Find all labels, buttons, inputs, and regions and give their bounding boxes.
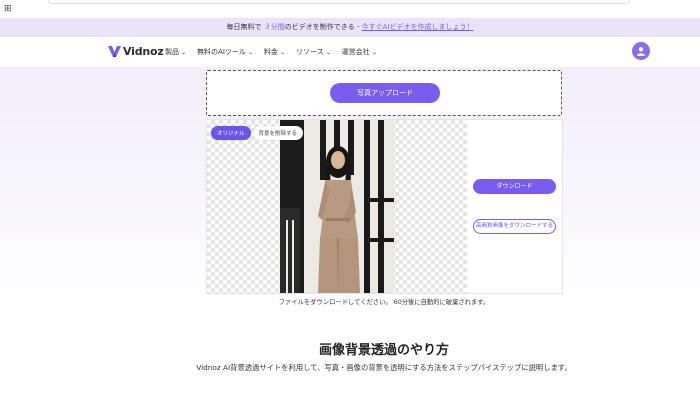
grid-icon[interactable]: ⊞ [4, 4, 12, 14]
address-bar[interactable] [48, 0, 630, 4]
user-avatar[interactable] [632, 42, 650, 60]
section-subtitle: Vidnoz AI背景透過サイトを利用して、写真・画像の背景を透明にする方法をス… [196, 363, 572, 372]
menu-item-products[interactable]: 製品 ⌄ [165, 47, 187, 57]
promo-banner: 毎日無料で ３分間のビデオを制作できる - 今すぐAIビデオを作成しましょう！ [0, 18, 700, 37]
browser-bar: ⊞ [0, 0, 700, 19]
chevron-down-icon: ⌄ [247, 48, 254, 56]
promo-link[interactable]: 今すぐAIビデオを作成しましょう！ [362, 23, 474, 31]
menu-label: 運営会社 [341, 48, 370, 56]
image-editor: オリジナル 背景を削除する ダウンロード 高画質画像をダウンロードする [206, 119, 563, 294]
tab-original[interactable]: オリジナル [211, 126, 251, 140]
logo-icon [108, 46, 121, 57]
hq-download-button[interactable]: 高画質画像をダウンロードする [473, 219, 556, 234]
vidnoz-logo[interactable]: Vidnoz [108, 45, 164, 58]
chevron-down-icon: ⌄ [180, 48, 187, 56]
promo-minutes: ３分間 [263, 23, 285, 31]
menu-label: 製品 [165, 48, 179, 56]
upload-dropzone[interactable]: 写真アップロード [206, 70, 562, 116]
uploaded-photo [280, 120, 394, 293]
top-nav: Vidnoz 製品 ⌄ 無料のAIツール ⌄ 料金 ⌄ リソース ⌄ 運営会社 ⌄ [0, 37, 700, 67]
section-title: 画像背景透過のやり方 [318, 343, 449, 358]
tab-remove-background[interactable]: 背景を削除する [252, 126, 304, 140]
chevron-down-icon: ⌄ [370, 48, 378, 56]
promo-middle: のビデオを制作できる [284, 23, 357, 31]
main-menu: 製品 ⌄ 無料のAIツール ⌄ 料金 ⌄ リソース ⌄ 運営会社 ⌄ [165, 47, 377, 57]
view-tabs: オリジナル 背景を削除する [211, 126, 304, 140]
menu-item-free-ai-tools[interactable]: 無料のAIツール ⌄ [197, 47, 254, 57]
user-icon [637, 47, 645, 56]
menu-item-pricing[interactable]: 料金 ⌄ [263, 47, 286, 57]
chevron-down-icon: ⌄ [279, 48, 286, 56]
menu-item-company[interactable]: 運営会社 ⌄ [341, 47, 378, 57]
menu-label: 料金 [263, 48, 278, 56]
upload-photo-button[interactable]: 写真アップロード [330, 83, 440, 103]
download-button[interactable]: ダウンロード [473, 179, 556, 194]
menu-label: リソース [295, 48, 324, 56]
logo-text: Vidnoz [123, 45, 164, 58]
chevron-down-icon: ⌄ [324, 48, 332, 56]
menu-label: 無料のAIツール [197, 48, 246, 56]
promo-prefix: 毎日無料で [226, 23, 262, 31]
menu-item-resources[interactable]: リソース ⌄ [296, 47, 331, 57]
download-note: ファイルをダウンロードしてください。 60分後に自動的に破棄されます。 [278, 299, 490, 306]
